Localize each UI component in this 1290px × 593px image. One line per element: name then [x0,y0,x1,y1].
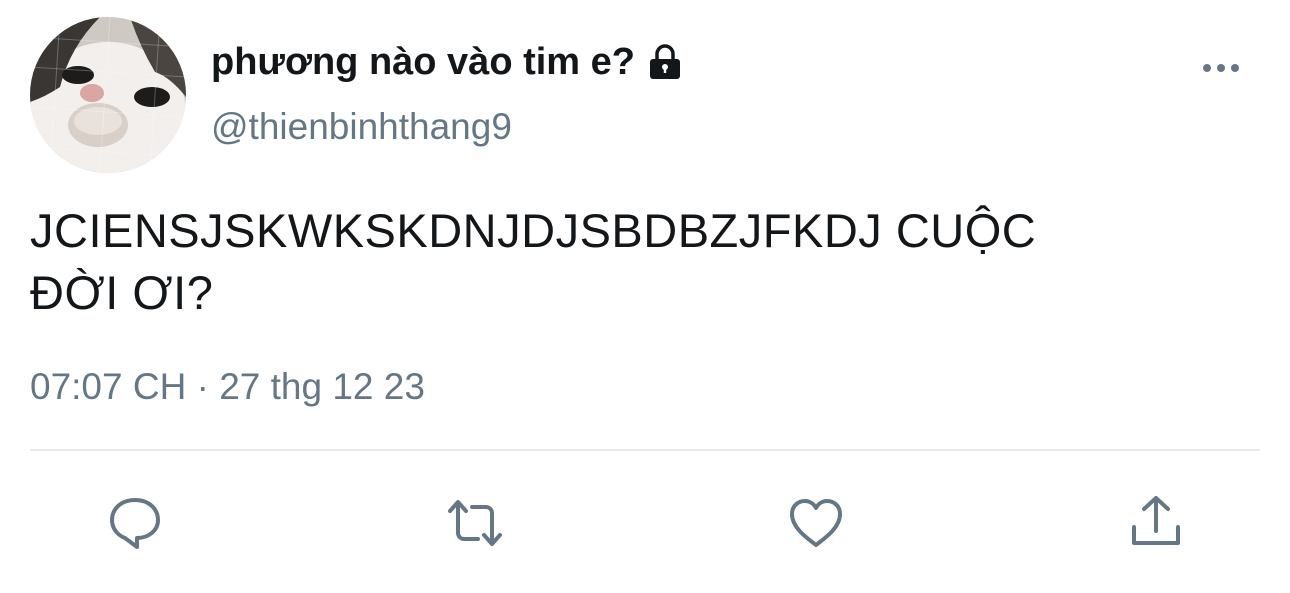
heart-icon [790,499,842,547]
tweet-time: 07:07 CH [30,366,187,407]
lock-icon [645,42,685,82]
share-icon [1132,496,1180,545]
retweet-button[interactable] [445,493,505,553]
tweet-timestamp[interactable]: 07:07 CH · 27 thg 12 23 [30,366,425,408]
meta-separator: · [196,366,209,407]
tweet-text: JCIENSJSKWKSKDNJDJSBDBZJFKDJ CUỘC ĐỜI ƠI… [30,204,1037,319]
more-button[interactable] [1196,50,1246,86]
reply-button[interactable] [105,493,165,553]
share-button[interactable] [1126,493,1186,553]
like-button[interactable] [786,493,846,553]
divider [30,449,1260,451]
display-name-row[interactable]: phương nào vào tim e? [211,38,685,86]
more-icon [1203,64,1239,72]
cat-avatar-image [30,17,186,173]
display-name[interactable]: phương nào vào tim e? [211,41,635,84]
user-handle[interactable]: @thienbinhthang9 [211,106,512,148]
retweet-icon [448,500,502,546]
reply-icon [110,498,160,549]
tweet-date: 27 thg 12 23 [219,366,425,407]
avatar[interactable] [30,17,186,173]
